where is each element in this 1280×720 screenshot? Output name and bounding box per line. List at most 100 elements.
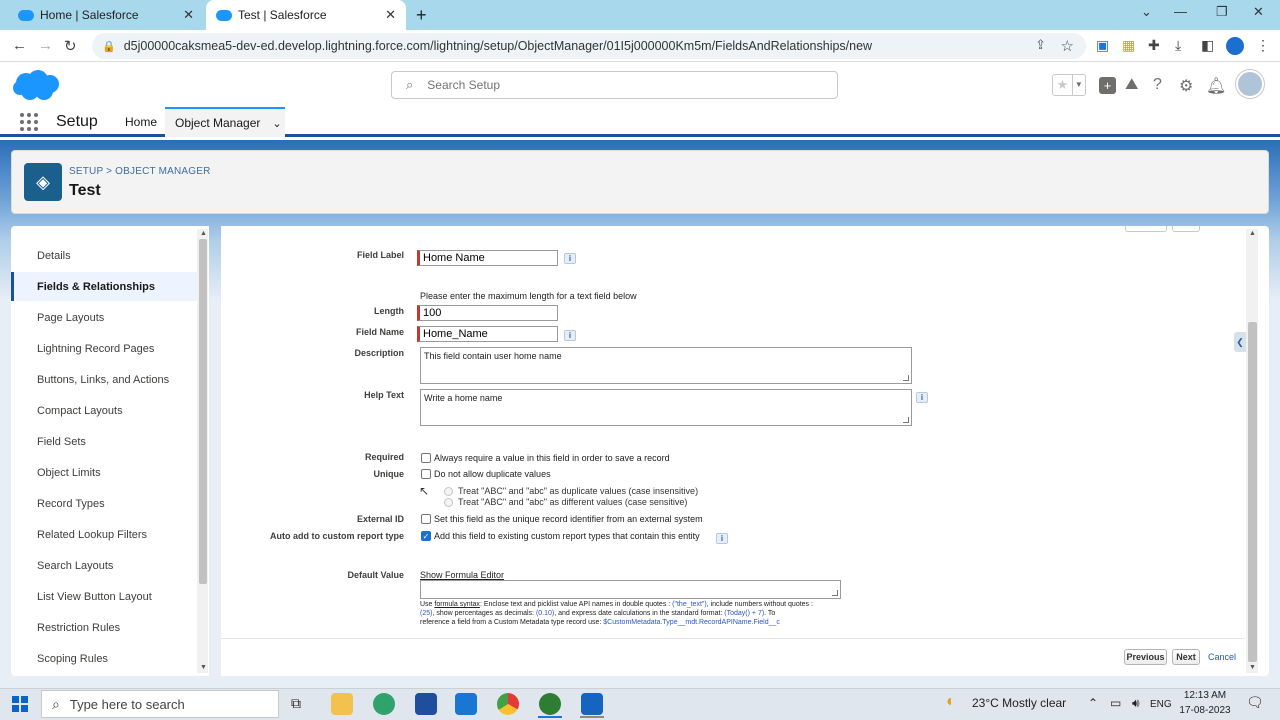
- windows-start-icon[interactable]: [12, 696, 28, 712]
- bookmark-star-icon[interactable]: ☆: [1061, 37, 1074, 55]
- sidebar-item[interactable]: List View Button Layout: [11, 582, 197, 611]
- nav-tab-object-manager[interactable]: Object Manager ⌄: [165, 107, 285, 137]
- file-explorer-icon[interactable]: [331, 693, 353, 715]
- show-formula-editor-link[interactable]: Show Formula Editor: [420, 570, 504, 580]
- minimize-button[interactable]: —: [1174, 4, 1187, 19]
- forward-arrow-icon[interactable]: →: [38, 37, 53, 54]
- user-avatar[interactable]: [1236, 70, 1264, 98]
- gear-icon[interactable]: ⚙: [1179, 76, 1193, 96]
- extension-icon[interactable]: ▦: [1122, 37, 1135, 54]
- info-icon[interactable]: i: [716, 533, 728, 544]
- sidebar-item[interactable]: Restriction Rules: [11, 613, 197, 642]
- sidebar-item[interactable]: Scoping Rules: [11, 644, 197, 673]
- url-bar[interactable]: 🔒 d5j00000caksmea5-dev-ed.develop.lightn…: [92, 33, 1086, 59]
- language-indicator[interactable]: ENG: [1150, 699, 1172, 710]
- info-icon[interactable]: i: [916, 392, 928, 403]
- reload-icon[interactable]: ↻: [64, 37, 77, 55]
- info-icon[interactable]: i: [564, 253, 576, 264]
- back-arrow-icon[interactable]: ←: [12, 37, 27, 54]
- sidebar-item[interactable]: Related Lookup Filters: [11, 520, 197, 549]
- remote-desktop-icon[interactable]: [581, 693, 603, 715]
- close-window-button[interactable]: ✕: [1253, 4, 1264, 20]
- download-icon[interactable]: ⤓: [1175, 37, 1181, 54]
- default-value-textarea[interactable]: [420, 580, 841, 599]
- breadcrumb[interactable]: SETUP > OBJECT MANAGER: [69, 166, 211, 177]
- screencast-icon[interactable]: ▣: [1096, 37, 1109, 54]
- app-launcher-icon[interactable]: [20, 113, 38, 131]
- nav-tab-home[interactable]: Home: [117, 107, 165, 137]
- unique-checkbox[interactable]: [421, 469, 431, 479]
- sidebar-item[interactable]: Lightning Record Pages: [11, 334, 197, 363]
- sidebar-item[interactable]: Object Limits: [11, 458, 197, 487]
- sidebar-item[interactable]: Details: [11, 241, 197, 270]
- scroll-down-icon[interactable]: ▼: [200, 664, 207, 671]
- maximize-button[interactable]: ❐: [1216, 4, 1228, 20]
- puzzle-icon[interactable]: ✚: [1148, 37, 1160, 54]
- clock-time[interactable]: 12:13 AM: [1183, 690, 1227, 701]
- case-insensitive-radio[interactable]: [444, 487, 453, 496]
- salesforce-logo[interactable]: [12, 69, 62, 102]
- chevron-down-icon[interactable]: ⌄: [1141, 4, 1152, 20]
- description-textarea[interactable]: This field contain user home name: [420, 347, 912, 384]
- external-id-checkbox[interactable]: [421, 514, 431, 524]
- chrome-icon[interactable]: [497, 693, 519, 715]
- length-hint: Please enter the maximum length for a te…: [420, 291, 637, 301]
- notifications-icon[interactable]: 🗨︎: [1246, 694, 1264, 711]
- taskbar-search[interactable]: ⌕ Type here to search: [41, 690, 279, 718]
- length-input[interactable]: 100: [417, 305, 558, 321]
- help-icon[interactable]: ?: [1153, 76, 1162, 94]
- network-icon[interactable]: ▭: [1110, 696, 1121, 710]
- salesforce-cloud-icon: [18, 9, 34, 21]
- weather-text[interactable]: 23°C Mostly clear: [972, 696, 1066, 710]
- clock-date[interactable]: 17-08-2023: [1178, 705, 1232, 716]
- search-setup-field[interactable]: ⌕ Search Setup: [391, 71, 838, 99]
- field-name-input[interactable]: Home_Name: [417, 326, 558, 342]
- browser-tab-home[interactable]: Home | Salesforce ✕: [8, 0, 204, 30]
- weather-icon[interactable]: ◐: [946, 693, 956, 711]
- volume-icon[interactable]: 🔊︎: [1132, 696, 1140, 711]
- chrome-profile-icon[interactable]: [539, 693, 561, 715]
- share-icon[interactable]: ⇪: [1035, 37, 1046, 53]
- store-icon[interactable]: [415, 693, 437, 715]
- sidebar-item[interactable]: Fields & Relationships: [11, 272, 197, 301]
- side-panel-toggle-icon[interactable]: ❮: [1234, 332, 1246, 352]
- trailhead-icon[interactable]: ⛰: [1125, 76, 1138, 94]
- scroll-up-icon[interactable]: ▲: [200, 230, 207, 237]
- chevron-down-icon[interactable]: ⌄: [272, 117, 281, 130]
- profile-avatar[interactable]: [1226, 37, 1244, 55]
- new-tab-button[interactable]: +: [416, 5, 427, 26]
- field-label-input[interactable]: Home Name: [417, 250, 558, 266]
- formula-syntax-link[interactable]: formula syntax: [434, 601, 480, 608]
- previous-button[interactable]: Previous: [1124, 649, 1167, 665]
- favorites-button[interactable]: ★ ▼: [1052, 74, 1086, 96]
- main-scroll-thumb[interactable]: [1248, 322, 1257, 662]
- close-tab-icon[interactable]: ✕: [183, 7, 194, 23]
- mail-icon[interactable]: [455, 693, 477, 715]
- next-button[interactable]: Next: [1172, 649, 1200, 665]
- edge-browser-icon[interactable]: [373, 693, 395, 715]
- sidebar-item[interactable]: Record Types: [11, 489, 197, 518]
- auto-add-checkbox[interactable]: ✓: [421, 531, 431, 541]
- scroll-up-icon[interactable]: ▲: [1249, 230, 1256, 237]
- menu-dots-icon[interactable]: ⋮: [1256, 37, 1270, 54]
- sidebar-item[interactable]: Page Layouts: [11, 303, 197, 332]
- info-icon[interactable]: i: [564, 330, 576, 341]
- task-view-icon[interactable]: ⧉: [291, 695, 301, 712]
- sidebar-scroll-thumb[interactable]: [199, 239, 207, 584]
- scroll-down-icon[interactable]: ▼: [1249, 664, 1256, 671]
- case-sensitive-radio[interactable]: [444, 498, 453, 507]
- sidebar-item[interactable]: Field Sets: [11, 427, 197, 456]
- cancel-link[interactable]: Cancel: [1208, 652, 1236, 662]
- global-actions-icon[interactable]: +: [1099, 77, 1116, 94]
- sidebar-item[interactable]: Buttons, Links, and Actions: [11, 365, 197, 394]
- help-text-textarea[interactable]: Write a home name: [420, 389, 912, 426]
- browser-tab-test[interactable]: Test | Salesforce ✕: [206, 0, 406, 30]
- chevron-up-icon[interactable]: ⌃: [1088, 696, 1098, 710]
- bell-icon[interactable]: 🔔︎: [1206, 76, 1226, 96]
- sidebar-item[interactable]: Search Layouts: [11, 551, 197, 580]
- close-tab-icon[interactable]: ✕: [385, 7, 396, 23]
- sidebar-item[interactable]: Compact Layouts: [11, 396, 197, 425]
- side-panel-icon[interactable]: ◧: [1201, 37, 1214, 54]
- page-title: Test: [69, 182, 101, 199]
- required-checkbox[interactable]: [421, 453, 431, 463]
